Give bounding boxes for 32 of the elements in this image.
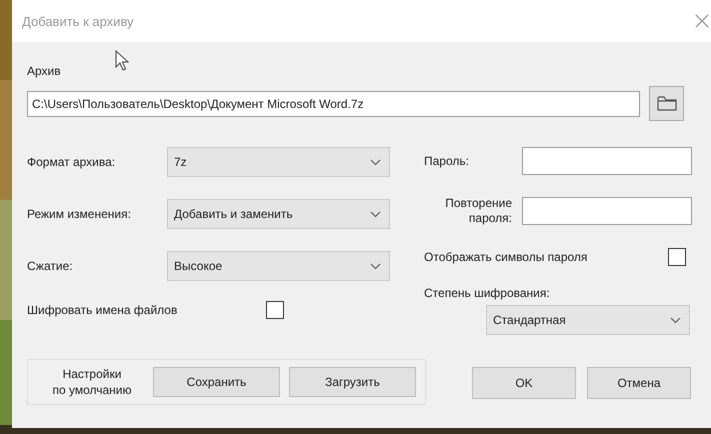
encryption-label: Степень шифрования:: [424, 286, 551, 300]
password-label: Пароль:: [424, 154, 470, 168]
window-title: Добавить к архиву: [22, 14, 134, 28]
password-field[interactable]: [522, 147, 692, 175]
dropdown[interactable]: 7z: [167, 147, 390, 177]
close-icon[interactable]: [695, 14, 709, 28]
option-label: Режим изменения:: [27, 207, 132, 221]
path-field[interactable]: C:\Users\Пользователь\Desktop\Документ Microsoft Word.7z: [27, 90, 640, 116]
chevron-down-icon: [370, 158, 381, 166]
dropdown[interactable]: Высокое: [167, 251, 390, 281]
chevron-down-icon: [370, 210, 381, 218]
chevron-down-icon: [670, 316, 681, 324]
cursor-icon: [115, 50, 129, 72]
checkbox[interactable]: [266, 301, 284, 319]
repeat-password-label: Повторение пароля:: [444, 196, 512, 226]
defaults-button[interactable]: Загрузить: [289, 367, 416, 397]
dropdown[interactable]: Добавить и заменить: [167, 199, 390, 229]
checkbox-label: Шифровать имена файлов: [27, 303, 178, 317]
option-label: Формат архива:: [27, 155, 116, 169]
defaults-label: Настройки по умолчанию: [51, 366, 133, 398]
checkbox[interactable]: [668, 248, 686, 266]
option-label: Сжатие:: [27, 259, 74, 273]
folder-icon: [656, 95, 676, 112]
field-label: Архив: [27, 64, 62, 78]
repeat-password-field[interactable]: [522, 197, 692, 225]
dialog-button[interactable]: Отмена: [587, 367, 691, 399]
checkbox-label: Отображать символы пароля: [424, 250, 588, 264]
defaults-button[interactable]: Сохранить: [153, 367, 280, 397]
dropdown[interactable]: Стандартная: [486, 305, 690, 335]
browse-button[interactable]: [649, 86, 684, 121]
chevron-down-icon: [370, 262, 381, 270]
dialog-button[interactable]: OK: [472, 367, 576, 399]
